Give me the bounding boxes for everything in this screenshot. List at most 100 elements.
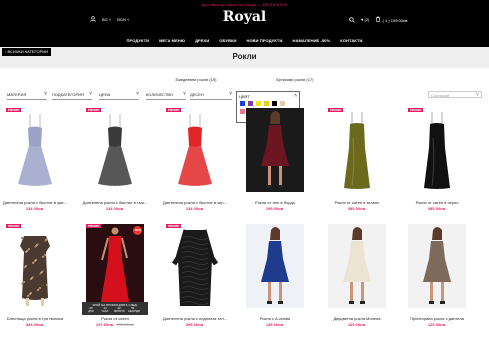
product-price: 149.00лв. [265, 322, 285, 327]
color-swatch[interactable] [240, 109, 245, 114]
product-image[interactable] [408, 108, 466, 192]
cart-link[interactable]: ( 1 ) 109.00лв. [375, 16, 409, 23]
product-price: 134.00лв. [185, 206, 205, 211]
product-image[interactable] [328, 224, 386, 308]
filter-quantity[interactable]: КОЛИЧЕСТВО ˅ [146, 91, 186, 100]
subcategory-casual[interactable]: Ежедневни рокли (15) [175, 77, 216, 82]
product-name[interactable]: Рокля от сатен в зелено [320, 200, 394, 205]
promo-badge: PROMO [86, 108, 102, 112]
product-card[interactable]: PROMO Рокля от сатен в зелено 395.00лв. [328, 108, 386, 216]
product-name[interactable]: Дантелена рокля с бюстие в тъм... [78, 200, 152, 205]
product-image[interactable] [6, 108, 64, 192]
product-image[interactable] [246, 224, 304, 308]
product-card[interactable]: Рокля с А-линия 149.00лв. [246, 224, 304, 332]
header-right-controls: ♥ (2) ( 1 ) 109.00лв. [349, 16, 409, 23]
promo-countdown: КРАЙ НА ПРОМОЦИЯТА СЛЕД: 00 ДНИ 13 ЧАСА 22 МИН… [82, 302, 148, 315]
subcategory-links: Ежедневни рокли (15) Бутикови рокли (17) [0, 77, 489, 82]
product-image[interactable] [86, 108, 144, 192]
product-name[interactable]: Дантелена рокля с подплата тел... [158, 316, 232, 321]
color-swatch[interactable] [272, 101, 277, 106]
chevron-down-icon: ˅ [136, 91, 139, 97]
chevron-down-icon: ˅ [183, 91, 186, 97]
product-image[interactable] [166, 224, 224, 308]
chevron-down-icon: ˅ [476, 92, 479, 98]
countdown-cell: 22 МИНУТИ [114, 307, 125, 314]
color-swatch[interactable] [280, 101, 285, 106]
promo-badge: PROMO [6, 224, 22, 228]
filter-pattern[interactable]: ДЕСЕН ˅ [190, 91, 232, 100]
product-price: 395.00лв. [427, 206, 447, 211]
product-card[interactable]: PROMO Рокля от сатен в черно 395.00лв. [408, 108, 466, 216]
color-swatch[interactable] [248, 101, 253, 106]
color-swatch[interactable] [240, 101, 245, 106]
chevron-down-icon: ˅ [89, 91, 92, 97]
sort-select[interactable]: Сортирай ˅ [428, 91, 482, 98]
countdown-unit: ЧАСА [101, 310, 109, 313]
product-image[interactable] [246, 108, 304, 192]
promo-banner[interactable]: Доставка до офис на Спиди — БЕЗПЛАТНА [0, 2, 489, 7]
nav-item-clothes[interactable]: ДРЕХИ [195, 38, 209, 43]
filter-price[interactable]: ЦЕНА ˅ [99, 91, 139, 100]
user-icon[interactable] [90, 16, 96, 22]
site-logo[interactable]: Royal [0, 9, 489, 25]
product-card[interactable]: PROMO Дантелена рокля с бюстие в цве... 13… [3, 108, 67, 216]
countdown-cells: 00 ДНИ 13 ЧАСА 22 МИНУТИ 51 СЕКУНДИ [86, 307, 140, 314]
search-icon[interactable] [349, 16, 355, 23]
countdown-cell: 00 ДНИ [86, 307, 96, 314]
subcategory-boutique[interactable]: Бутикови рокли (17) [276, 77, 313, 82]
chevron-up-icon[interactable]: ˄ [294, 93, 297, 99]
product-image[interactable] [6, 224, 64, 308]
product-name[interactable]: Дантелена рокля с бюстие в цве... [0, 200, 72, 205]
product-price: 199.00лв. [265, 206, 285, 211]
product-image[interactable] [408, 224, 466, 308]
product-card[interactable]: PROMO Дантелена рокля с бюстие в чер... 13… [163, 108, 227, 216]
product-name[interactable]: Дантелена рокля с бюстие в чер... [158, 200, 232, 205]
currency-select[interactable]: BGN ˅ [117, 17, 129, 22]
product-card[interactable]: PROMO Блестяща рокля в три нюанса 334.00лв… [6, 224, 64, 332]
product-price: 395.00лв. [185, 322, 205, 327]
nav-item-new-products[interactable]: НОВИ ПРОДУКТИ [246, 38, 282, 43]
product-name[interactable]: Рокля от сатен в черно [400, 200, 474, 205]
filter-quantity-label: КОЛИЧЕСТВО [146, 92, 174, 97]
main-nav: ПРОДУКТИ МЕГА МЕНЮ ДРЕХИ ОБУВКИ НОВИ ПРО… [0, 38, 489, 43]
color-swatch[interactable] [264, 101, 269, 106]
countdown-cell: 51 СЕКУНДИ [128, 307, 140, 314]
color-swatch[interactable] [256, 101, 261, 106]
product-image[interactable] [328, 108, 386, 192]
product-card[interactable]: PROMO Дантелена рокля с бюстие в тъм... 13… [83, 108, 147, 216]
product-price: 334.00лв. [25, 322, 45, 327]
nav-item-contacts[interactable]: КОНТАКТИ [340, 38, 362, 43]
product-name[interactable]: Двуцветна рокля Монена [320, 316, 394, 321]
promo-badge: PROMO [86, 224, 102, 228]
product-name[interactable]: Принтирана рокля с дантела [400, 316, 474, 321]
product-card[interactable]: PROMO Дантелена рокля с подплата тел... 39… [163, 224, 227, 332]
language-select[interactable]: BG ˅ [102, 17, 111, 22]
product-name[interactable]: Рокля от тюл в бордо [238, 200, 312, 205]
promo-badge: PROMO [166, 108, 182, 112]
product-name[interactable]: Блестяща рокля в три нюанса [0, 316, 72, 321]
countdown-unit: МИНУТИ [114, 310, 125, 313]
nav-item-products[interactable]: ПРОДУКТИ [127, 38, 150, 43]
product-price: 120.00лв. [427, 322, 447, 327]
product-card[interactable]: Рокля от тюл в бордо 199.00лв. [246, 108, 304, 216]
product-name[interactable]: Рокля с А-линия [238, 316, 312, 321]
sort-placeholder: Сортирай [431, 93, 449, 98]
countdown-unit: ДНИ [88, 310, 94, 313]
color-filter-label[interactable]: ЦВЯТ [239, 94, 250, 99]
promo-badge: PROMO [166, 224, 182, 228]
product-card[interactable]: PROMO -50% КРАЙ НА ПРОМОЦИЯТА СЛЕД: 00 ДНИ 13… [82, 224, 148, 332]
product-old-price: 395.00лв. [116, 322, 135, 327]
filter-material[interactable]: МАТЕРИЯ ˅ [7, 91, 47, 100]
product-image[interactable] [166, 108, 224, 192]
product-price: 134.00лв. [25, 206, 45, 211]
filter-subcategory[interactable]: ПОДКАТЕГОРИЯ ˅ [52, 91, 92, 100]
page-title: Рокли [232, 52, 257, 61]
nav-item-mega-menu[interactable]: МЕГА МЕНЮ [159, 38, 185, 43]
product-image[interactable] [86, 224, 144, 308]
nav-item-sale[interactable]: НАМАЛЕНИЕ -50% [292, 38, 330, 43]
wishlist-link[interactable]: ♥ (2) [361, 17, 369, 22]
product-card[interactable]: Двуцветна рокля Монена 169.00лв. [328, 224, 386, 332]
product-card[interactable]: Принтирана рокля с дантела 120.00лв. [408, 224, 466, 332]
nav-item-shoes[interactable]: ОБУВКИ [219, 38, 236, 43]
product-name[interactable]: Рокля от сатен [78, 316, 152, 321]
